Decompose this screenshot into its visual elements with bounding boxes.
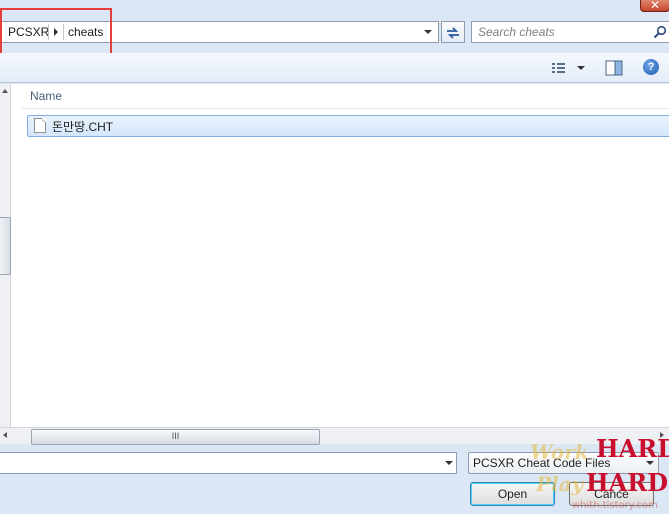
scroll-up-arrow-icon[interactable] [2,89,8,93]
watermark-url: whith.tistory.com [572,500,658,511]
close-button[interactable]: ✕ [640,0,669,12]
watermark-hard: HARD [586,468,669,497]
search-icon[interactable] [653,25,667,39]
views-icon[interactable] [550,60,590,76]
watermark-hard: HARD [596,434,669,463]
scroll-left-arrow-icon[interactable] [3,432,7,438]
file-name: 돈만땅.CHT [52,120,114,134]
file-list[interactable]: Name 돈만땅.CHT [0,84,669,444]
file-name-input[interactable] [3,456,433,470]
refresh-button[interactable] [441,21,465,43]
file-name-combobox[interactable] [0,452,457,474]
toolbar: ? [0,53,669,83]
header-divider [22,108,669,109]
help-icon[interactable]: ? [643,59,659,75]
highlight-box [0,8,112,58]
column-header-name[interactable]: Name [30,89,62,103]
vertical-scroll-thumb[interactable] [0,217,11,275]
refresh-icon [447,27,459,39]
list-item[interactable]: 돈만땅.CHT [27,115,669,137]
search-box[interactable] [471,21,669,43]
file-icon [34,118,46,133]
preview-pane-icon[interactable] [605,60,623,76]
chevron-down-icon[interactable] [424,30,432,34]
chevron-down-icon[interactable] [445,461,453,465]
horizontal-scroll-thumb[interactable]: III [31,429,320,445]
watermark-work: Work [530,440,589,464]
watermark-play: Play [536,472,584,496]
vertical-scrollbar[interactable] [0,84,11,444]
search-input[interactable] [478,25,638,39]
